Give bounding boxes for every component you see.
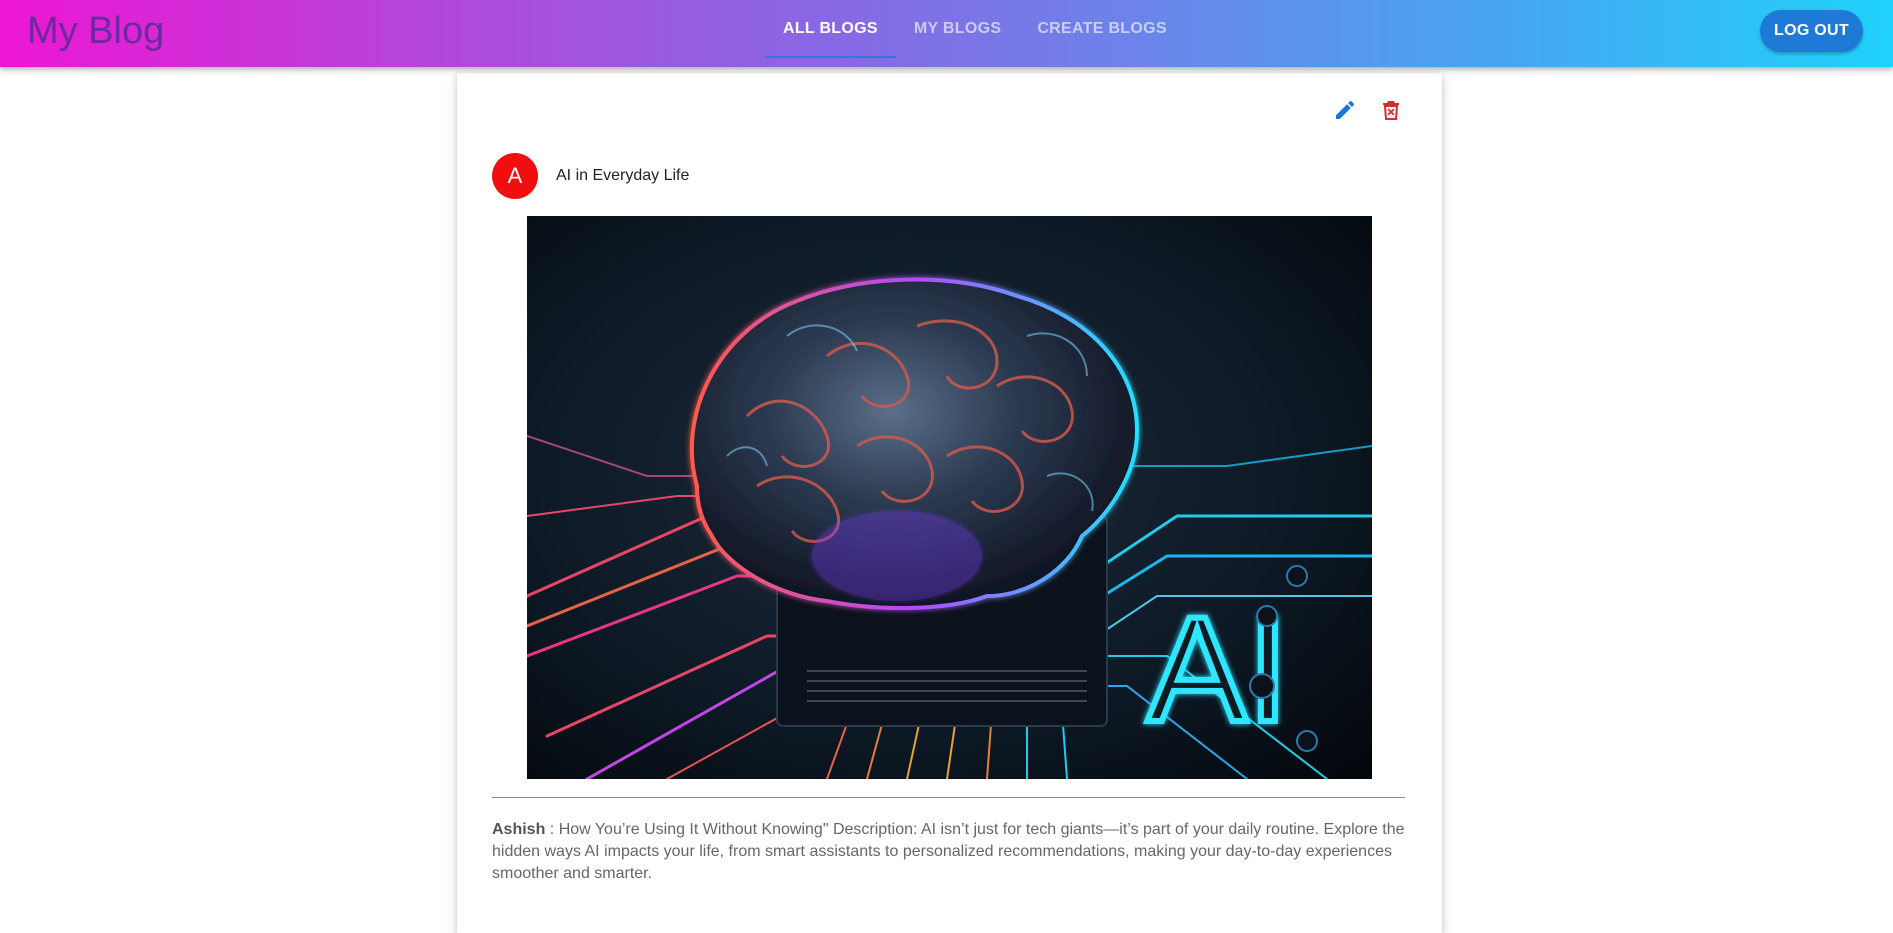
blog-description: Ashish : How You’re Using It Without Kno… [492, 819, 1412, 885]
brand-title[interactable]: My Blog [27, 6, 164, 56]
author-separator: : [545, 821, 559, 838]
blog-header: A AI in Everyday Life [492, 153, 689, 199]
avatar: A [492, 153, 538, 199]
blog-card: A AI in Everyday Life AI Ashish: How Yo… [457, 73, 1442, 933]
blog-title: AI in Everyday Life [556, 167, 690, 184]
tab-all-blogs[interactable]: ALL BLOGS [765, 0, 896, 58]
edit-button[interactable] [1332, 97, 1358, 123]
author-name: Ashish [492, 821, 546, 838]
tab-create-blogs[interactable]: CREATE BLOGS [1019, 0, 1185, 58]
edit-icon [1336, 100, 1355, 119]
tab-my-blogs[interactable]: MY BLOGS [896, 0, 1019, 58]
delete-icon [1383, 101, 1399, 120]
blog-image: AI [527, 216, 1372, 779]
app-bar: My Blog ALL BLOGS MY BLOGS CREATE BLOGS … [0, 0, 1893, 67]
delete-button[interactable] [1378, 97, 1404, 123]
divider [492, 797, 1405, 798]
card-actions [1332, 97, 1404, 123]
nav-tabs: ALL BLOGS MY BLOGS CREATE BLOGS [765, 0, 1185, 58]
description-text: How You’re Using It Without Knowing" Des… [492, 821, 1405, 882]
logout-button[interactable]: LOG OUT [1760, 10, 1863, 52]
